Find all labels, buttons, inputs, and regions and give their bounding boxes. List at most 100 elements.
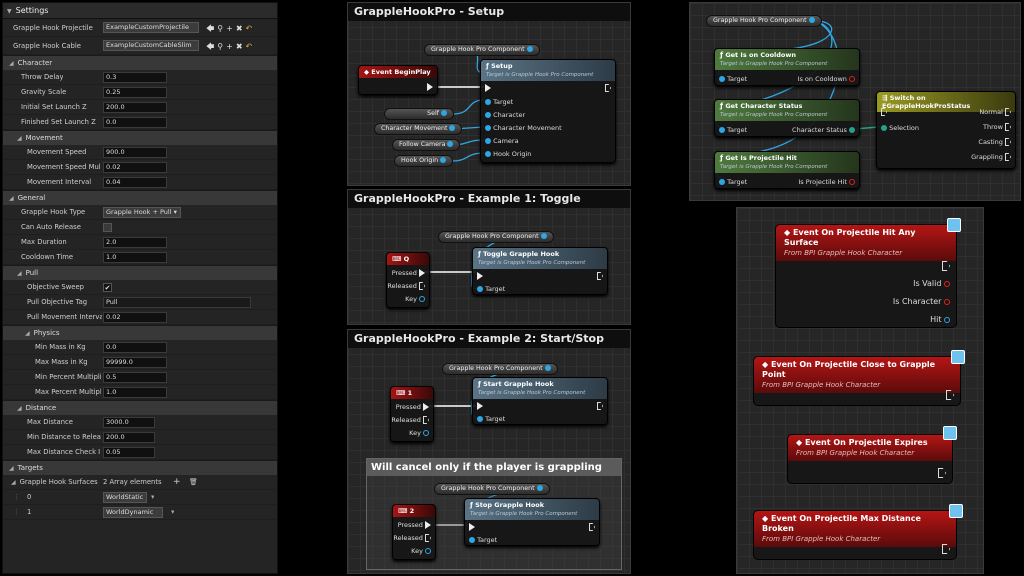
movement-speed-field[interactable]: 900.0 (103, 147, 167, 158)
exec-out-pin[interactable] (589, 523, 595, 531)
add-icon[interactable]: + (226, 42, 236, 51)
max-percent-field[interactable]: 1.0 (103, 387, 167, 398)
chevron-down-icon[interactable]: ▾ (171, 505, 174, 520)
exec-out-pin[interactable] (1005, 138, 1011, 146)
exec-out-pin[interactable] (425, 534, 431, 542)
component-ref-2[interactable]: Grapple Hook Pro Component (434, 483, 550, 495)
drag-handle-icon[interactable]: ⋮ (13, 490, 20, 505)
exec-out-pin[interactable] (597, 272, 603, 280)
pin-icon[interactable] (944, 280, 950, 287)
exec-out-pin[interactable] (946, 390, 954, 400)
component-ref[interactable]: Grapple Hook Pro Component (438, 231, 554, 243)
exec-out-pin[interactable] (942, 544, 950, 554)
pin-icon[interactable] (849, 76, 855, 82)
initial-launch-field[interactable]: 200.0 (103, 102, 167, 113)
drag-handle-icon[interactable]: ⋮ (13, 505, 20, 520)
toggle-hook-node[interactable]: ƒ Toggle Grapple Hook Target is Grapple H… (472, 247, 608, 295)
pin-icon[interactable] (477, 286, 483, 292)
cable-asset-dropdown[interactable]: ExampleCustomCableSlim (103, 40, 199, 51)
section-physics[interactable]: ◢ Physics (3, 325, 277, 340)
follow-camera-ref[interactable]: Follow Camera (392, 139, 461, 151)
pin-icon[interactable] (719, 76, 725, 82)
pin-icon[interactable] (849, 179, 855, 185)
auto-release-checkbox[interactable] (103, 223, 112, 232)
exec-out-pin[interactable] (419, 282, 425, 290)
finished-launch-field[interactable]: 0.0 (103, 117, 167, 128)
event-expires-node[interactable]: ◆ Event On Projectile Expires From BPI Gr… (787, 434, 953, 484)
component-ref[interactable]: Grapple Hook Pro Component (706, 15, 822, 27)
component-ref[interactable]: Grapple Hook Pro Component (424, 44, 540, 56)
exec-in-pin[interactable] (469, 523, 475, 531)
movement-interval-field[interactable]: 0.04 (103, 177, 167, 188)
asset-tools[interactable]: 🡄⚲+✖↶ (206, 23, 255, 37)
chevron-down-icon[interactable]: ▾ (151, 490, 154, 505)
event-close-grapple-node[interactable]: ◆ Event On Projectile Close to Grapple P… (753, 356, 961, 406)
arrow-left-icon[interactable]: 🡄 (206, 24, 217, 33)
key-1-event[interactable]: ⌨ 1 Pressed Released Key (390, 386, 434, 442)
pin-icon[interactable] (477, 416, 483, 422)
section-general[interactable]: ◢ General (3, 190, 277, 205)
throw-delay-field[interactable]: 0.3 (103, 72, 167, 83)
key-q-event[interactable]: ⌨ Q Pressed Released Key (386, 252, 430, 308)
pin-icon[interactable] (485, 112, 491, 118)
exec-out-pin[interactable] (1005, 153, 1011, 161)
search-icon[interactable]: ⚲ (217, 24, 226, 33)
self-ref[interactable]: Self (384, 108, 454, 120)
pin-icon[interactable] (485, 138, 491, 144)
exec-out-pin[interactable] (427, 83, 433, 91)
reset-icon[interactable]: ↶ (246, 42, 256, 51)
get-status-node[interactable]: ƒ Get Character Status Target is Grapple … (714, 99, 860, 137)
start-hook-node[interactable]: ƒ Start Grapple Hook Target is Grapple Ho… (472, 377, 608, 425)
event-hit-surface-node[interactable]: ◆ Event On Projectile Hit Any Surface Fro… (775, 224, 957, 328)
min-percent-field[interactable]: 0.5 (103, 372, 167, 383)
exec-out-pin[interactable] (942, 261, 950, 271)
pin-icon[interactable] (526, 46, 533, 52)
hook-type-dropdown[interactable]: Grapple Hook + Pull (106, 208, 172, 216)
pin-icon[interactable] (719, 127, 725, 133)
exec-out-pin[interactable] (597, 402, 603, 410)
exec-out-pin[interactable] (938, 468, 946, 478)
exec-out-pin[interactable] (1005, 108, 1011, 116)
get-cooldown-node[interactable]: ƒ Get Is on Cooldown Target is Grapple Ho… (714, 48, 860, 86)
asset-tools[interactable]: 🡄⚲+✖↶ (206, 41, 255, 55)
pull-interval-field[interactable]: 0.02 (103, 312, 167, 323)
get-projhit-node[interactable]: ƒ Get Is Projectile Hit Target is Grapple… (714, 151, 860, 189)
pin-icon[interactable] (425, 548, 431, 554)
pin-icon[interactable] (485, 99, 491, 105)
reset-icon[interactable]: ↶ (246, 24, 256, 33)
max-distance-field[interactable]: 3000.0 (103, 417, 155, 428)
gravity-scale-field[interactable]: 0.25 (103, 87, 167, 98)
close-icon[interactable]: ✖ (236, 24, 246, 33)
pin-icon[interactable] (485, 151, 491, 157)
close-icon[interactable]: ✖ (236, 42, 246, 51)
character-movement-ref[interactable]: Character Movement (374, 123, 463, 135)
chevron-down-icon[interactable]: ◢ (11, 479, 16, 486)
exec-in-pin[interactable] (485, 84, 491, 92)
min-distance-field[interactable]: 200.0 (103, 432, 155, 443)
event-beginplay-node[interactable]: ◆ Event BeginPlay (358, 65, 438, 95)
max-duration-field[interactable]: 2.0 (103, 237, 167, 248)
section-character[interactable]: ◢ Character (3, 55, 277, 70)
distance-check-field[interactable]: 0.05 (103, 447, 155, 458)
component-ref[interactable]: Grapple Hook Pro Component (442, 363, 558, 375)
pin-icon[interactable] (423, 430, 429, 436)
exec-out-pin[interactable] (423, 403, 429, 411)
exec-out-pin[interactable] (605, 84, 611, 92)
search-icon[interactable]: ⚲ (217, 42, 226, 51)
setup-node[interactable]: ƒ Setup Target is Grapple Hook Pro Compon… (480, 59, 616, 163)
pin-icon[interactable] (944, 298, 950, 305)
switch-status-node[interactable]: ⇶ Switch on EGrappleHookProStatus Select… (876, 91, 1016, 169)
exec-out-pin[interactable] (423, 416, 429, 424)
pin-icon[interactable] (719, 179, 725, 185)
surface-dropdown-0[interactable]: WorldStatic (103, 492, 147, 503)
movement-mul-field[interactable]: 0.02 (103, 162, 167, 173)
projectile-asset-dropdown[interactable]: ExampleCustomProjectile (103, 22, 199, 33)
collapse-icon[interactable]: ▼ (7, 8, 12, 15)
add-icon[interactable]: + (226, 24, 236, 33)
exec-out-pin[interactable] (1005, 123, 1011, 131)
hook-origin-ref[interactable]: Hook Origin (394, 155, 454, 167)
min-mass-field[interactable]: 0.0 (103, 342, 167, 353)
stop-hook-node[interactable]: ƒ Stop Grapple Hook Target is Grapple Hoo… (464, 498, 600, 546)
section-distance[interactable]: ◢ Distance (3, 400, 277, 415)
cooldown-field[interactable]: 1.0 (103, 252, 167, 263)
